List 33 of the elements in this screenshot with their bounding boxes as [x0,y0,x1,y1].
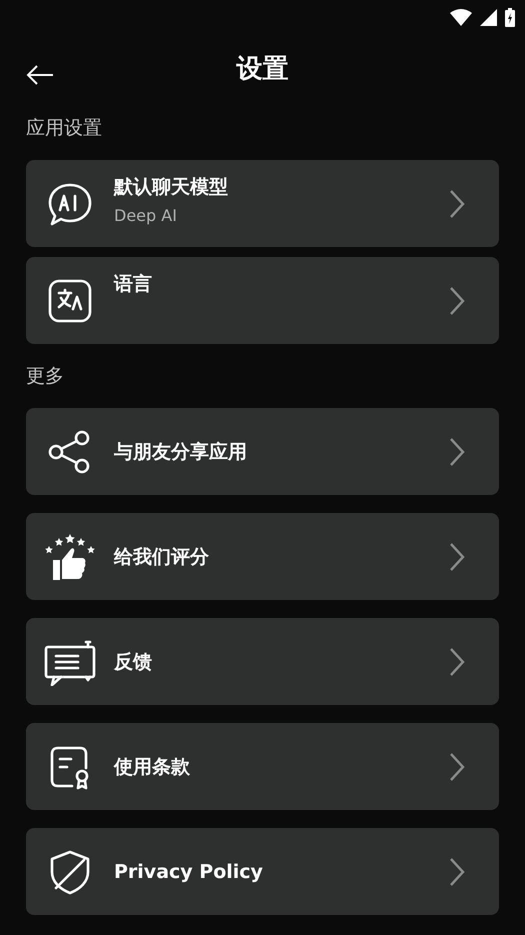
translate-icon [46,276,94,324]
item-title: 使用条款 [114,754,191,780]
settings-item[interactable]: Privacy Policy [26,828,499,915]
signal-icon [480,8,497,26]
chevron-right-icon [449,542,465,572]
settings-item[interactable]: 给我们评分 [26,513,499,600]
section-header: 更多 [26,366,65,386]
chevron-right-icon [449,188,465,218]
thumbs-up-stars-icon [44,532,96,580]
chevron-right-icon [449,856,465,886]
item-subtitle: Deep AI [114,206,178,226]
settings-item[interactable]: 反馈 [26,618,499,705]
item-title: 与朋友分享应用 [114,440,248,464]
back-arrow-icon [26,64,54,86]
battery-icon [505,8,515,26]
chevron-right-icon [449,752,465,782]
wifi-icon [450,8,472,26]
settings-item[interactable]: 与朋友分享应用 [26,408,499,495]
chevron-right-icon [449,436,465,466]
page-title: 设置 [236,52,288,86]
feedback-message-icon [44,638,96,686]
chevron-right-icon [449,646,465,676]
settings-item[interactable]: 使用条款 [26,723,499,810]
settings-item[interactable]: 默认聊天模型 Deep AI [26,160,499,247]
item-title: 给我们评分 [114,544,210,570]
item-title: 反馈 [114,650,153,674]
section-header: 应用设置 [26,118,103,138]
item-title: Privacy Policy [114,860,264,884]
item-title: 语言 [114,272,153,297]
settings-item[interactable]: 语言 [26,257,499,344]
back-button[interactable] [26,63,54,87]
item-title: 默认聊天模型 [114,175,229,200]
chevron-right-icon [449,286,465,316]
